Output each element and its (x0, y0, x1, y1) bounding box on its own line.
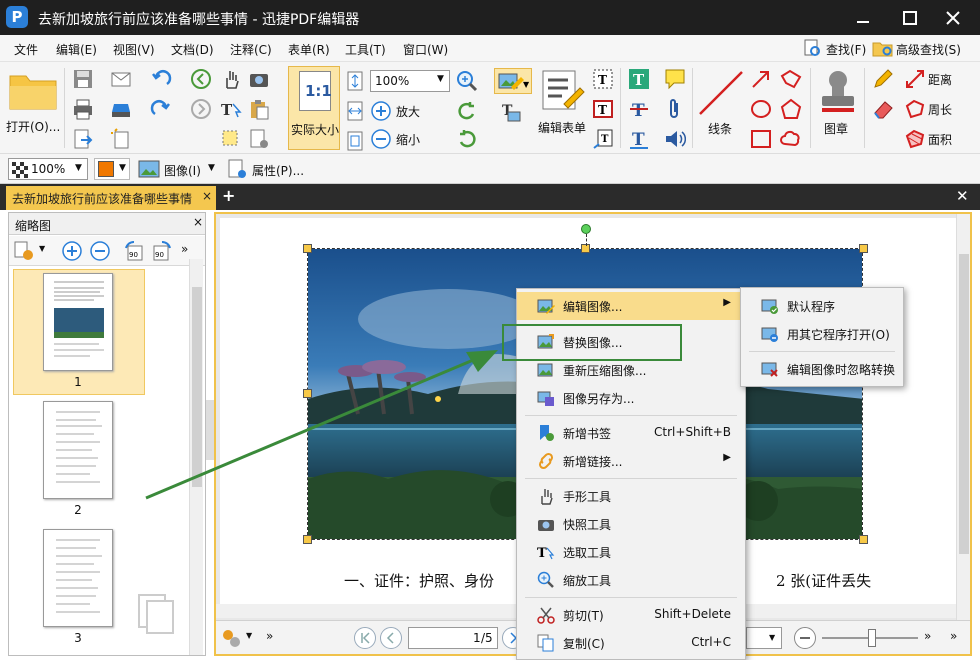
svg-text:T: T (537, 546, 547, 561)
context-item-shortcut: Ctrl+Shift+B (654, 425, 731, 439)
context-item-label: 快照工具 (563, 518, 612, 532)
menu-separator (525, 415, 737, 416)
hand-icon (537, 487, 555, 505)
context-item-label: 复制(C) (563, 637, 605, 651)
submenu-item-ignore-transform[interactable]: 编辑图像时忽略转换 (741, 355, 903, 383)
context-item-copy[interactable]: 复制(C) Ctrl+C (517, 629, 745, 657)
context-item-shortcut: Ctrl+C (691, 635, 731, 649)
context-item-label: 编辑图像... (563, 300, 623, 314)
context-item-cut[interactable]: 剪切(T) Shift+Delete (517, 601, 745, 629)
context-item-hand-tool[interactable]: 手形工具 (517, 482, 745, 510)
menu-separator (525, 597, 737, 598)
context-item-add-link[interactable]: 新增链接... ▶ (517, 447, 745, 475)
context-item-zoom-tool[interactable]: 缩放工具 (517, 566, 745, 594)
submenu-item-label: 用其它程序打开(O) (787, 328, 890, 342)
context-item-label: 剪切(T) (563, 609, 604, 623)
context-item-label: 重新压缩图像... (563, 364, 647, 378)
link-icon (537, 452, 555, 470)
recompress-image-icon (537, 361, 555, 379)
submenu-item-open-with[interactable]: 用其它程序打开(O) (741, 320, 903, 348)
open-with-icon (761, 325, 779, 343)
edit-image-icon (537, 297, 555, 315)
submenu-item-label: 编辑图像时忽略转换 (787, 363, 896, 377)
context-item-save-image-as[interactable]: 图像另存为... (517, 384, 745, 412)
context-item-label: 手形工具 (563, 490, 612, 504)
edit-image-submenu: 默认程序 用其它程序打开(O) 编辑图像时忽略转换 (740, 287, 904, 387)
submenu-item-label: 默认程序 (787, 300, 836, 314)
context-item-label: 缩放工具 (563, 574, 612, 588)
menu-separator (749, 351, 895, 352)
menu-separator (525, 478, 737, 479)
ignore-transform-icon (761, 360, 779, 378)
highlight-box (502, 324, 682, 361)
camera-icon (537, 515, 555, 533)
submenu-arrow-icon: ▶ (723, 297, 731, 308)
context-item-add-bookmark[interactable]: 新增书签 Ctrl+Shift+B (517, 419, 745, 447)
context-item-label: 选取工具 (563, 546, 612, 560)
copy-icon (537, 634, 555, 652)
context-item-edit-image[interactable]: 编辑图像... ▶ (517, 292, 745, 320)
submenu-arrow-icon: ▶ (723, 452, 731, 463)
context-item-select-tool[interactable]: T 选取工具 (517, 538, 745, 566)
save-image-icon (537, 389, 555, 407)
context-item-snapshot-tool[interactable]: 快照工具 (517, 510, 745, 538)
bookmark-icon (537, 424, 555, 442)
context-item-label: 图像另存为... (563, 392, 635, 406)
submenu-item-default-program[interactable]: 默认程序 (741, 292, 903, 320)
context-item-label: 新增链接... (563, 455, 623, 469)
zoom-icon (537, 571, 555, 589)
scissors-icon (537, 606, 555, 624)
context-item-shortcut: Shift+Delete (654, 607, 731, 621)
context-item-label: 新增书签 (563, 427, 612, 441)
select-text-icon: T (537, 543, 555, 561)
default-program-icon (761, 297, 779, 315)
